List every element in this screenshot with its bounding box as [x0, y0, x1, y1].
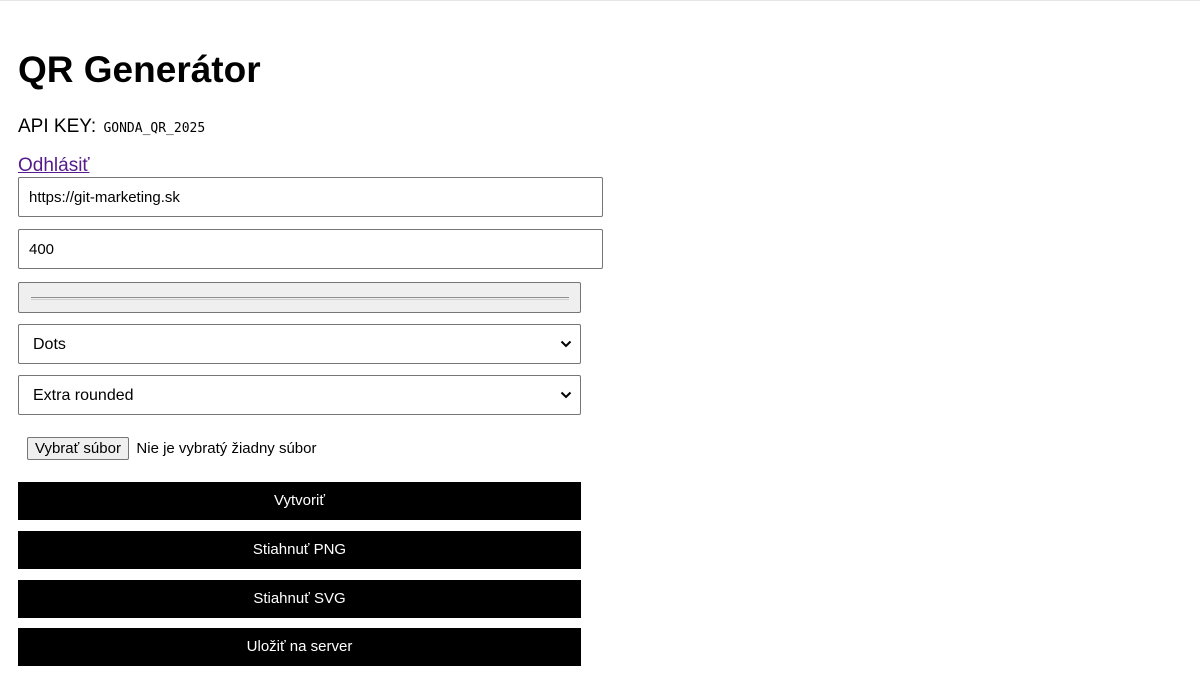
chevron-down-icon: [560, 340, 572, 348]
dot-style-select[interactable]: Dots: [18, 324, 581, 364]
api-key-line: API KEY: GONDA_QR_2025: [18, 116, 205, 140]
slider-track[interactable]: [31, 297, 569, 300]
dot-style-selected: Dots: [33, 336, 66, 353]
chevron-down-icon: [560, 391, 572, 399]
page-title: QR Generátor: [18, 49, 261, 90]
file-status-text: Nie je vybratý žiadny súbor: [136, 440, 317, 457]
logo-file-input: Vybrať súbor Nie je vybratý žiadny súbor: [27, 437, 317, 461]
choose-file-button[interactable]: Vybrať súbor: [27, 437, 129, 460]
save-to-server-button[interactable]: Uložiť na server: [18, 628, 581, 666]
corner-style-selected: Extra rounded: [33, 387, 134, 404]
url-input[interactable]: [18, 177, 603, 217]
api-key-label: API KEY:: [18, 116, 97, 137]
logout-link[interactable]: Odhlásiť: [18, 155, 90, 177]
create-button[interactable]: Vytvoriť: [18, 482, 581, 520]
download-svg-button[interactable]: Stiahnuť SVG: [18, 580, 581, 618]
api-key-value: GONDA_QR_2025: [103, 121, 206, 136]
margin-slider[interactable]: [18, 282, 581, 313]
top-border: [0, 0, 1200, 1]
size-input[interactable]: [18, 229, 603, 269]
corner-style-select[interactable]: Extra rounded: [18, 375, 581, 415]
download-png-button[interactable]: Stiahnuť PNG: [18, 531, 581, 569]
